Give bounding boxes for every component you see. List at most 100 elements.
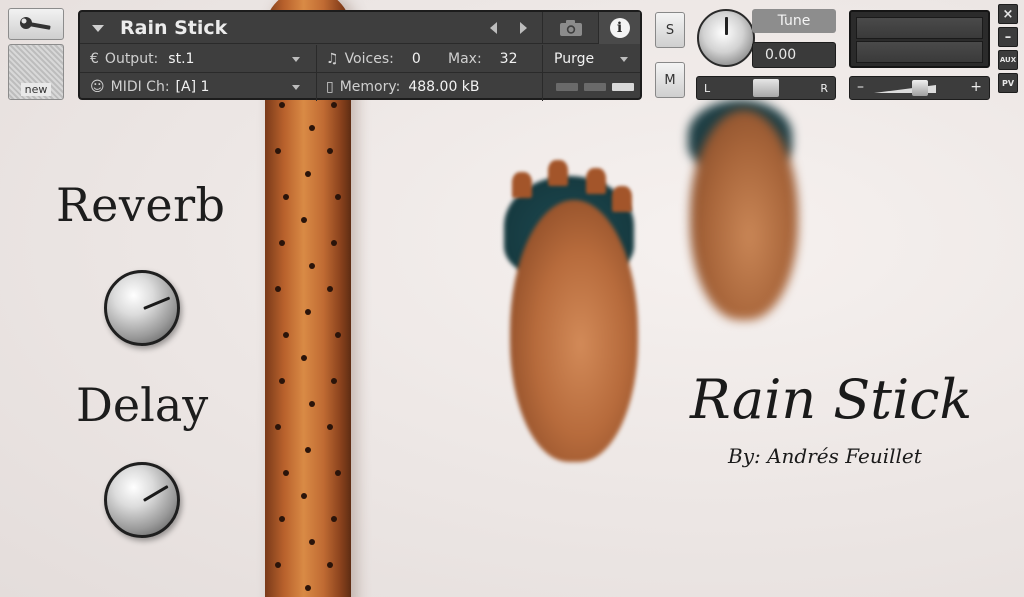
level-meter <box>849 10 990 68</box>
instrument-menu-arrow-icon[interactable] <box>92 25 104 32</box>
voices-label: Voices: <box>344 51 394 67</box>
mask-crown-point <box>548 160 568 186</box>
delay-label: Delay <box>76 378 209 432</box>
reverb-knob[interactable] <box>104 270 180 346</box>
tune-label: Tune <box>752 9 836 33</box>
author-byline: By: Andrés Feuillet <box>728 444 922 468</box>
stick-dot <box>279 102 285 108</box>
stick-dot <box>331 378 337 384</box>
stick-dot <box>305 585 311 591</box>
stick-dot <box>327 562 333 568</box>
stick-dot <box>335 332 341 338</box>
mask-crown-point <box>586 168 606 194</box>
delay-knob-indicator <box>142 485 169 502</box>
pan-handle[interactable] <box>753 79 779 97</box>
stick-dot <box>309 539 315 545</box>
reverb-knob-indicator <box>143 296 171 310</box>
wrench-button[interactable] <box>8 8 64 40</box>
output-dropdown-icon[interactable] <box>292 57 300 62</box>
volume-slider[interactable]: – + <box>849 76 990 100</box>
wrench-icon <box>20 17 51 30</box>
info-icon: i <box>609 18 630 38</box>
stick-dot <box>309 263 315 269</box>
stick-dot <box>279 378 285 384</box>
mute-button[interactable]: M <box>655 62 685 98</box>
front-mask-image <box>510 200 638 462</box>
stick-dot <box>283 194 289 200</box>
stick-dot <box>331 240 337 246</box>
midi-channel-selector[interactable]: ☺ MIDI Ch: [A] 1 <box>90 73 209 101</box>
mask-crown-point <box>612 186 632 212</box>
pan-left-label: L <box>704 82 711 95</box>
minimize-button[interactable]: – <box>998 27 1018 47</box>
stick-dot <box>309 125 315 131</box>
close-button[interactable]: × <box>998 4 1018 24</box>
next-instrument-icon[interactable] <box>520 22 527 34</box>
new-label: new <box>20 83 52 96</box>
tune-knob[interactable] <box>697 9 755 67</box>
output-icon: € <box>90 51 99 67</box>
midi-value: [A] 1 <box>175 79 210 95</box>
stick-dot <box>275 562 281 568</box>
stick-dot <box>331 516 337 522</box>
stick-dot <box>335 470 341 476</box>
memory-display: ▯ Memory: 488.00 kB <box>326 73 480 101</box>
delay-knob[interactable] <box>104 462 180 538</box>
pan-right-label: R <box>820 82 828 95</box>
solo-button[interactable]: S <box>655 12 685 48</box>
stick-dot <box>327 424 333 430</box>
volume-handle[interactable] <box>912 80 928 96</box>
new-instrument-button[interactable]: new <box>8 44 64 100</box>
reverb-label: Reverb <box>56 178 226 232</box>
max-voices-field[interactable]: Max: 32 <box>448 45 518 73</box>
output-selector[interactable]: € Output: st.1 <box>90 45 194 73</box>
stick-dot <box>279 516 285 522</box>
midi-icon: ☺ <box>90 79 105 95</box>
stick-dot <box>283 332 289 338</box>
instrument-name[interactable]: Rain Stick <box>120 17 227 39</box>
instrument-title: Rain Stick <box>690 368 973 431</box>
stick-dot <box>305 309 311 315</box>
header-row-midi: ☺ MIDI Ch: [A] 1 ▯ Memory: 488.00 kB <box>80 73 640 101</box>
stick-dot <box>301 493 307 499</box>
purge-dropdown-icon[interactable] <box>620 57 628 62</box>
stick-dot <box>309 401 315 407</box>
cpu-meter-segment <box>584 83 606 91</box>
stick-dot <box>305 447 311 453</box>
stick-dot <box>279 240 285 246</box>
previous-instrument-icon[interactable] <box>490 22 497 34</box>
divider <box>316 45 317 73</box>
instrument-header: Rain Stick i € Output: st.1 ♫ Voices: 0 <box>78 10 642 101</box>
camera-icon <box>559 20 582 36</box>
stick-dot <box>327 148 333 154</box>
midi-dropdown-icon[interactable] <box>292 85 300 90</box>
output-value: st.1 <box>168 51 195 67</box>
max-label: Max: <box>448 51 482 67</box>
level-meter-left <box>856 17 983 39</box>
purge-label: Purge <box>554 51 595 67</box>
voices-display: ♫ Voices: 0 <box>326 45 421 73</box>
midi-label: MIDI Ch: <box>110 79 170 95</box>
info-button[interactable]: i <box>598 12 640 44</box>
tune-value-field[interactable]: 0.00 <box>752 42 836 68</box>
snapshot-button[interactable] <box>542 12 598 44</box>
max-value: 32 <box>499 51 518 67</box>
divider <box>542 73 543 101</box>
output-label: Output: <box>104 51 159 67</box>
memory-value: 488.00 kB <box>408 79 480 95</box>
pv-button[interactable]: PV <box>998 73 1018 93</box>
divider <box>316 73 317 101</box>
purge-menu[interactable]: Purge <box>554 45 594 73</box>
stick-dot <box>305 171 311 177</box>
aux-button[interactable]: AUX <box>998 50 1018 70</box>
background-mask-image <box>690 110 798 320</box>
stick-dot <box>331 102 337 108</box>
volume-minus-label: – <box>857 79 864 95</box>
cpu-meter-segment <box>556 83 578 91</box>
stick-dot <box>301 355 307 361</box>
pan-slider[interactable]: L R <box>696 76 836 100</box>
cpu-meter-segment <box>612 83 634 91</box>
stick-dot <box>275 424 281 430</box>
stick-dot <box>275 148 281 154</box>
stick-dot <box>327 286 333 292</box>
